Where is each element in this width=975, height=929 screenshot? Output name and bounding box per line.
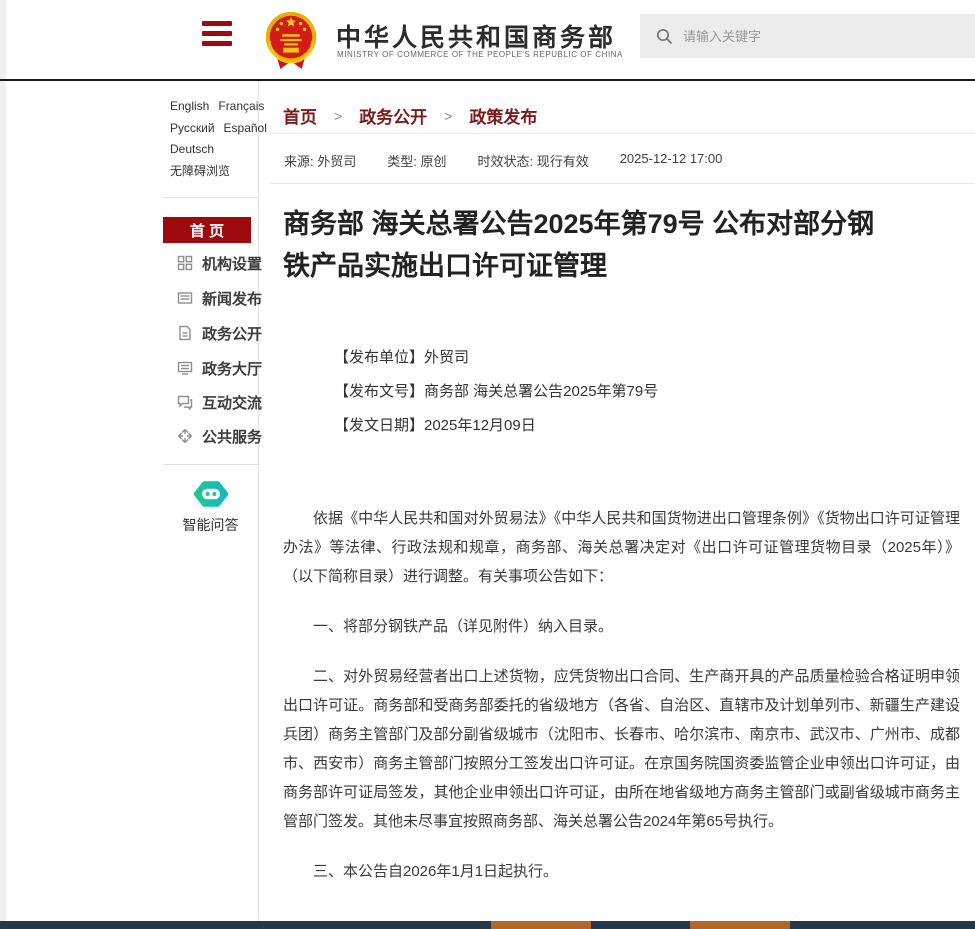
ai-qa-widget[interactable]: 智能问答 [163,480,258,535]
breadcrumb-separator: > [334,108,342,124]
breadcrumb: 首页 > 政务公开 > 政策发布 [283,103,537,128]
lang-russian[interactable]: Русский [170,118,215,140]
breadcrumb-gov-info[interactable]: 政务公开 [359,103,427,128]
lang-deutsch[interactable]: Deutsch [170,139,214,161]
national-emblem-icon [260,7,322,71]
left-gutter [0,0,6,929]
meta-status: 时效状态: 现行有效 [477,151,588,170]
sidebar-item-home[interactable]: 首 页 [163,217,251,243]
lang-francais[interactable]: Français [218,96,264,118]
public-service-icon [176,428,193,445]
breadcrumb-home[interactable]: 首页 [283,103,317,128]
sidebar-rule-top [163,197,258,198]
header-divider [0,79,975,81]
sidebar-item-interaction[interactable]: 互动交流 [176,391,262,413]
page: 中华人民共和国商务部 MINISTRY OF COMMERCE OF THE P… [0,0,975,929]
breadcrumb-rule [270,133,975,134]
info-issue-date: 【发文日期】2025年12月09日 [334,409,658,443]
sidebar-item-label: 互动交流 [202,392,262,413]
org-grid-icon [176,255,193,272]
breadcrumb-separator: > [444,108,452,124]
lang-english[interactable]: English [170,96,209,118]
sidebar-rule-bottom [163,464,258,465]
sidebar-item-label: 政务大厅 [202,358,262,379]
search-box[interactable] [640,14,975,58]
accessibility-link[interactable]: 无障碍浏览 [170,161,230,182]
sidebar-item-label: 政务公开 [202,323,262,344]
article-paragraph: 二、对外贸易经营者出口上述货物，应凭货物出口合同、生产商开具的产品质量检验合格证… [283,662,960,836]
service-hall-icon [176,360,193,377]
search-icon [656,28,673,45]
sidebar-item-gov-info[interactable]: 政务公开 [176,322,262,344]
sidebar-divider [258,81,259,921]
sidebar-item-public-service[interactable]: 公共服务 [176,425,262,447]
article-meta: 来源: 外贸司 类型: 原创 时效状态: 现行有效 2025-12-12 17:… [284,151,722,170]
ai-qa-label: 智能问答 [163,515,258,535]
breadcrumb-policy[interactable]: 政策发布 [469,103,537,128]
chat-icon [176,394,193,411]
article-title: 商务部 海关总署公告2025年第79号 公布对部分钢铁产品实施出口许可证管理 [283,203,883,287]
meta-source: 来源: 外贸司 [284,151,356,170]
article-paragraph: 一、将部分钢铁产品（详见附件）纳入目录。 [283,612,960,641]
article-paragraph: 三、本公告自2026年1月1日起执行。 [283,857,960,886]
article-paragraph: 依据《中华人民共和国对外贸易法》《中华人民共和国货物进出口管理条例》《货物出口许… [283,504,960,591]
meta-type: 类型: 原创 [387,151,446,170]
meta-datetime: 2025-12-12 17:00 [620,151,723,170]
sidebar-item-org[interactable]: 机构设置 [176,252,262,274]
sidebar-item-label: 公共服务 [202,426,262,447]
sidebar-item-news[interactable]: 新闻发布 [176,287,262,309]
site-subtitle: MINISTRY OF COMMERCE OF THE PEOPLE'S REP… [337,50,623,59]
news-icon [176,290,193,307]
document-icon [176,325,193,342]
sidebar-item-label: 新闻发布 [202,288,262,309]
site-title: 中华人民共和国商务部 [336,18,616,54]
site-header: 中华人民共和国商务部 MINISTRY OF COMMERCE OF THE P… [6,0,975,79]
footer-bar [0,921,975,929]
lang-espanol[interactable]: Español [224,118,267,140]
meta-rule [270,183,975,184]
article-info-block: 【发布单位】外贸司 【发布文号】商务部 海关总署公告2025年第79号 【发文日… [334,341,658,443]
article-body: 依据《中华人民共和国对外贸易法》《中华人民共和国货物进出口管理条例》《货物出口许… [283,504,960,907]
sidebar-item-service-hall[interactable]: 政务大厅 [176,357,262,379]
sidebar-item-label: 机构设置 [202,253,262,274]
language-switcher: English Français Русский Español Deutsch [170,96,270,161]
footer-accent-segment [491,921,591,929]
info-publish-unit: 【发布单位】外贸司 [334,341,658,375]
search-input[interactable] [683,29,933,44]
ai-robot-icon [187,480,235,508]
footer-accent-segment [690,921,790,929]
menu-hamburger-icon[interactable] [202,21,232,48]
info-doc-number: 【发布文号】商务部 海关总署公告2025年第79号 [334,375,658,409]
